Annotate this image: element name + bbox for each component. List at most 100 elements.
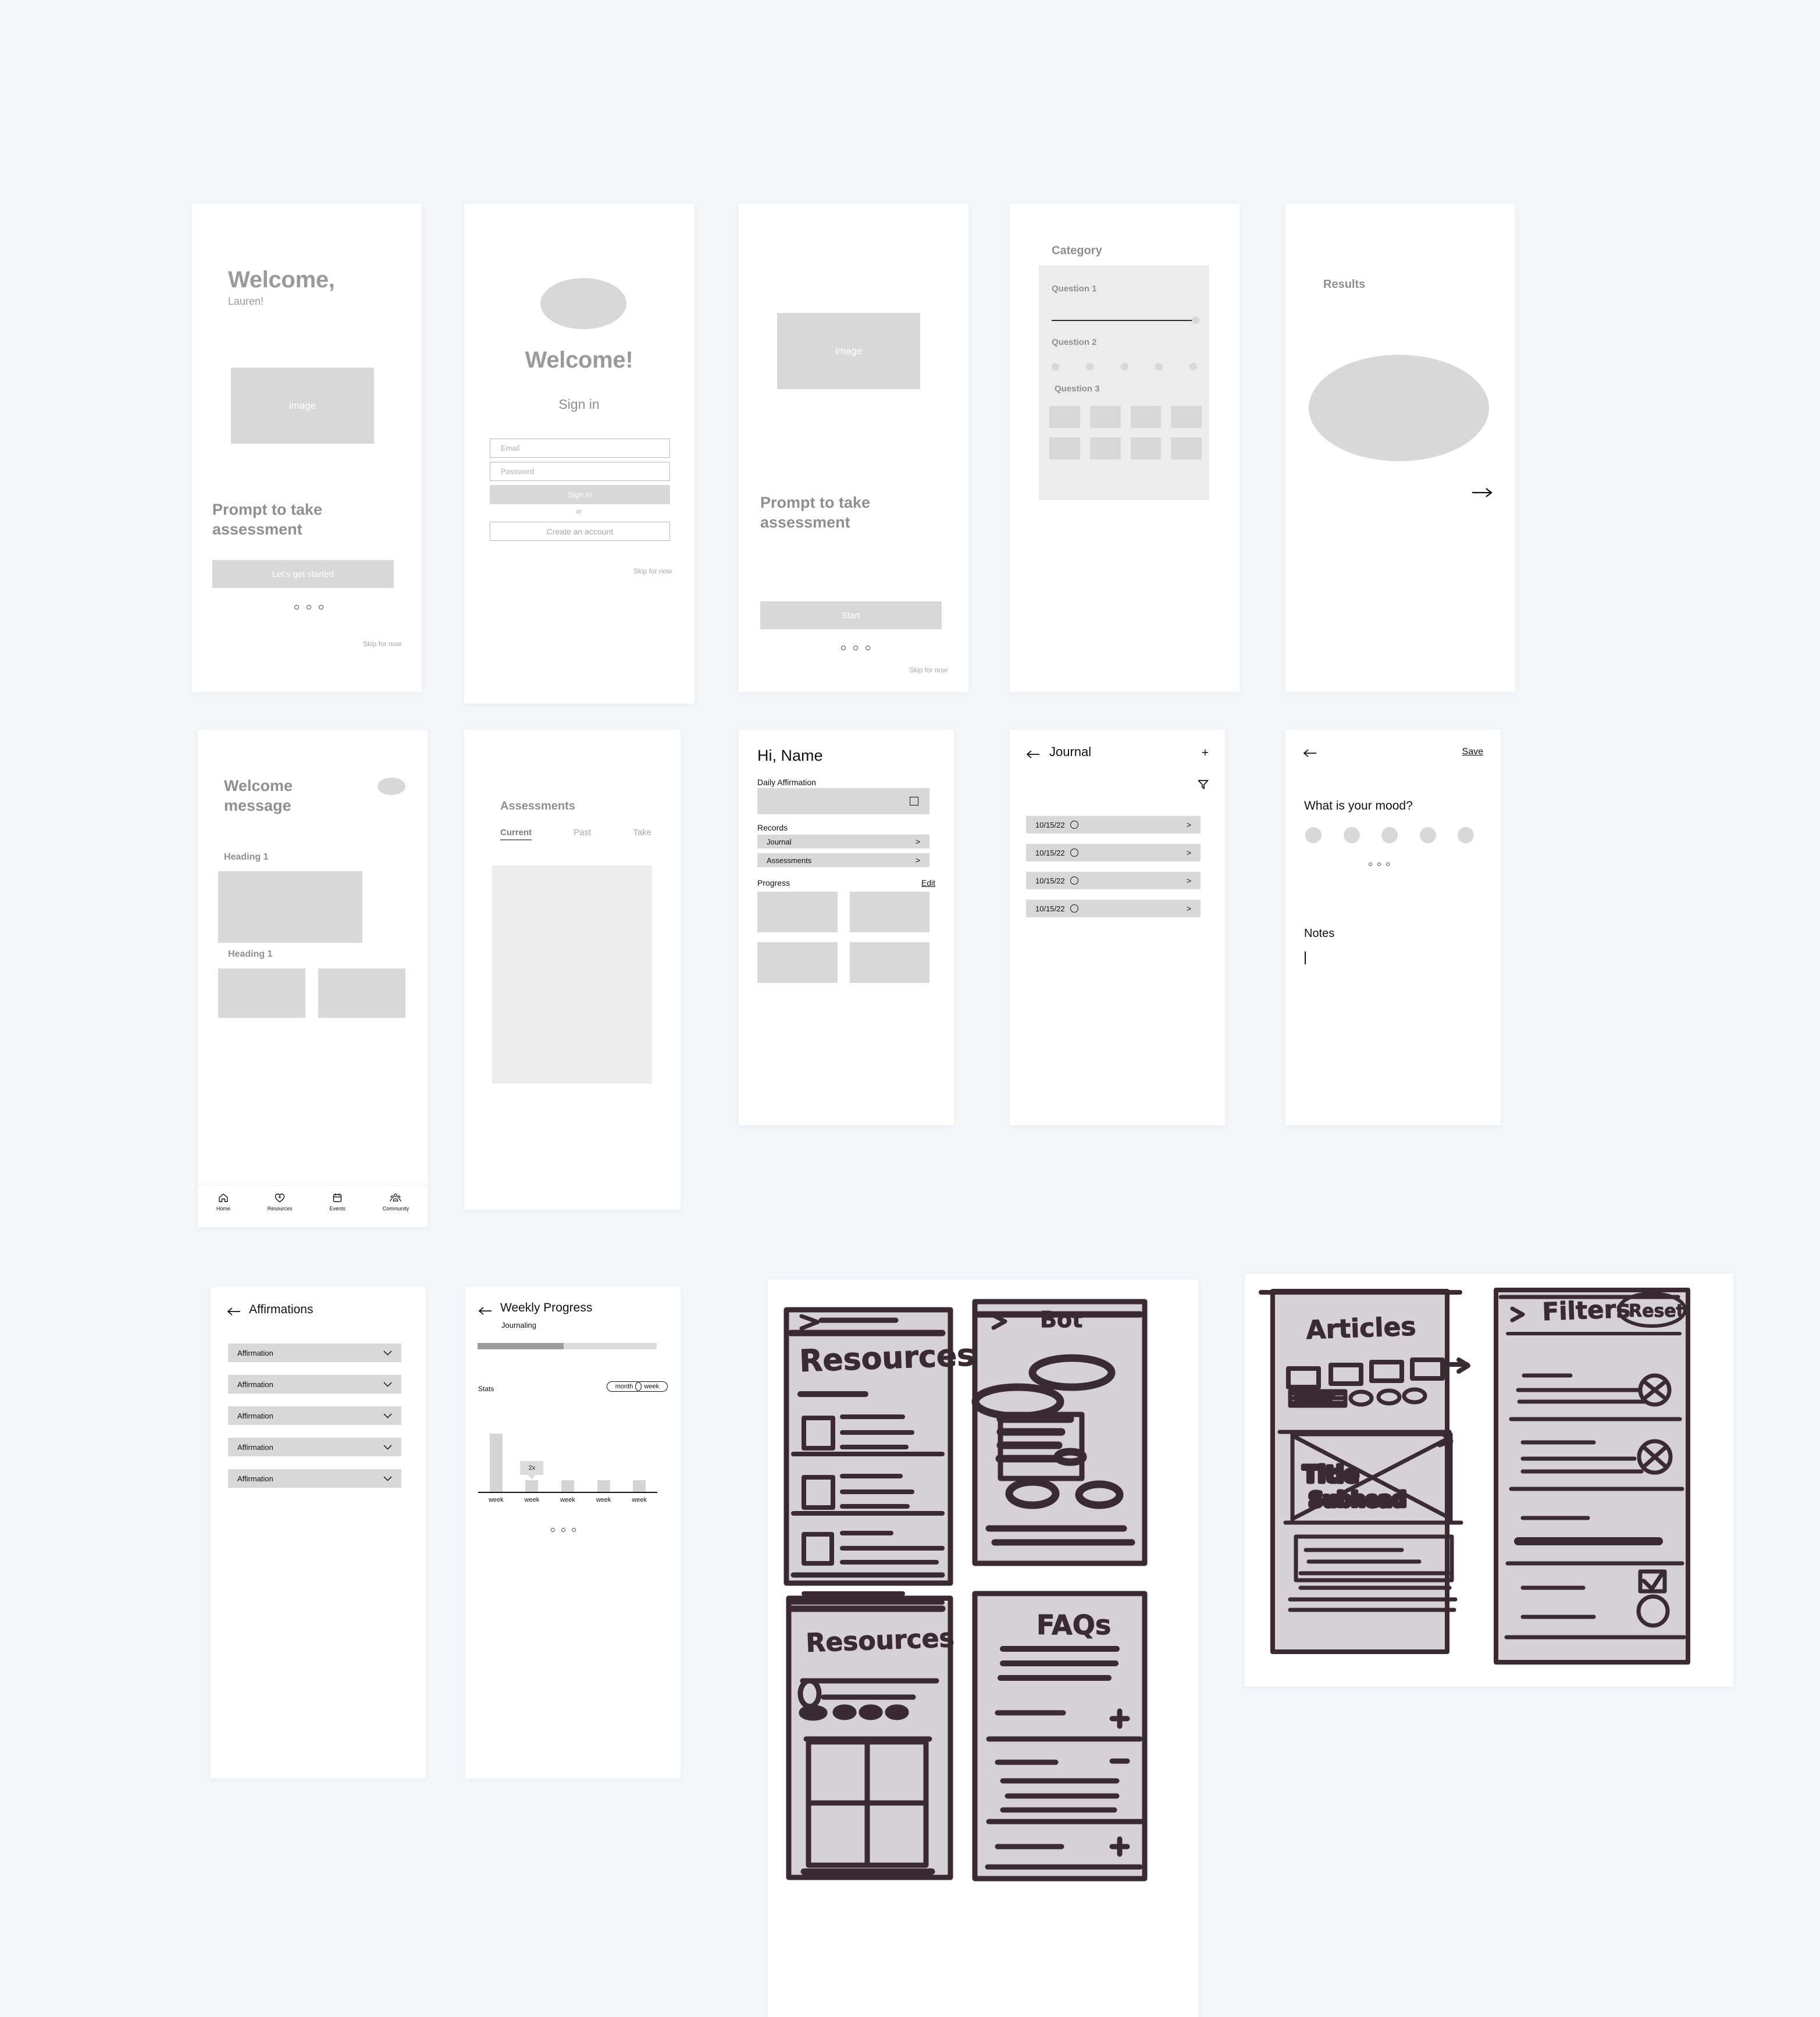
journal-entry-row[interactable]: 10/15/22 > <box>1026 844 1201 861</box>
nav-item-home[interactable]: Home <box>216 1192 230 1211</box>
scale-option[interactable] <box>1189 363 1197 370</box>
mood-options[interactable] <box>1305 827 1474 843</box>
arrow-left-icon[interactable] <box>227 1307 241 1316</box>
grid-option[interactable] <box>1171 406 1202 428</box>
pager-dots[interactable] <box>551 1528 576 1532</box>
email-field[interactable]: Email <box>490 439 670 458</box>
wireframe-board: Welcome, Lauren! image Prompt to take as… <box>0 0 1820 2017</box>
get-started-button[interactable]: Let's get started <box>212 560 394 588</box>
pager-dots[interactable] <box>1369 863 1390 866</box>
range-toggle[interactable]: month week <box>606 1381 668 1392</box>
bar-chart: 2x <box>478 1434 657 1492</box>
question-1-slider-thumb[interactable] <box>1192 316 1199 324</box>
pager-dot[interactable] <box>561 1528 565 1532</box>
arrow-left-icon[interactable] <box>1026 750 1040 759</box>
sign-in-heading: Sign in <box>558 397 600 412</box>
avatar[interactable] <box>377 778 405 795</box>
screen-category-questions: Category Question 1 Question 2 Question … <box>1010 204 1240 692</box>
grid-option[interactable] <box>1089 406 1121 428</box>
edit-link[interactable]: Edit <box>921 878 935 888</box>
create-account-button[interactable]: Create an account <box>490 522 670 541</box>
feature-card[interactable] <box>218 871 362 943</box>
arrow-left-icon[interactable] <box>478 1306 492 1316</box>
mood-option[interactable] <box>1381 827 1398 843</box>
pager-dot[interactable] <box>1377 863 1381 866</box>
arrow-left-icon[interactable] <box>1303 749 1317 758</box>
tab-current[interactable]: Current <box>500 828 532 840</box>
feature-card[interactable] <box>318 968 405 1018</box>
pager-dot[interactable] <box>853 646 858 650</box>
chevron-right-icon: > <box>915 856 920 865</box>
pager-dot[interactable] <box>1369 863 1372 866</box>
scale-option[interactable] <box>1086 363 1094 370</box>
pager-dot[interactable] <box>306 605 311 610</box>
sign-in-button[interactable]: Sign In <box>490 485 670 504</box>
pager-dot[interactable] <box>840 646 846 650</box>
filter-icon[interactable] <box>1198 779 1209 790</box>
skip-link[interactable]: Skip for now <box>633 567 672 575</box>
mood-option[interactable] <box>1343 827 1360 843</box>
entry-date: 10/15/22 <box>1035 904 1065 913</box>
affirmation-accordion[interactable]: Affirmation <box>228 1375 401 1394</box>
daily-affirmation-card[interactable] <box>757 788 929 814</box>
notes-input[interactable] <box>1305 948 1473 1082</box>
mood-option[interactable] <box>1419 827 1436 843</box>
feature-card[interactable] <box>218 968 305 1018</box>
arrow-right-icon[interactable] <box>1472 487 1494 498</box>
affirmation-accordion[interactable]: Affirmation <box>228 1438 401 1456</box>
password-field[interactable]: Password <box>490 462 670 481</box>
grid-option[interactable] <box>1089 437 1121 459</box>
add-entry-button[interactable]: + <box>1202 746 1209 760</box>
grid-option[interactable] <box>1130 437 1162 459</box>
save-button[interactable]: Save <box>1462 747 1483 757</box>
grid-option[interactable] <box>1171 437 1202 459</box>
pager-dot[interactable] <box>318 605 323 610</box>
question-2-scale[interactable] <box>1052 363 1197 370</box>
grid-option[interactable] <box>1049 406 1080 428</box>
question-3-image-grid[interactable] <box>1049 406 1202 459</box>
tab-past[interactable]: Past <box>574 828 591 840</box>
progress-tile[interactable] <box>757 892 838 932</box>
progress-tile[interactable] <box>849 942 929 983</box>
checkbox-icon[interactable] <box>910 797 918 806</box>
sketch-drawing: Resources Bot Resources FAQs <box>783 1299 1148 1881</box>
pager-dots[interactable] <box>840 646 870 650</box>
scale-option[interactable] <box>1120 363 1128 370</box>
start-button[interactable]: Start <box>760 601 942 629</box>
journal-entry-row[interactable]: 10/15/22 > <box>1026 900 1201 917</box>
progress-tile[interactable] <box>757 942 838 983</box>
grid-option[interactable] <box>1049 437 1080 459</box>
grid-option[interactable] <box>1130 406 1162 428</box>
toggle-week[interactable]: week <box>635 1381 668 1392</box>
record-row-journal[interactable]: Journal > <box>757 835 929 849</box>
screen-welcome-onboarding: Welcome, Lauren! image Prompt to take as… <box>192 204 422 692</box>
scale-option[interactable] <box>1052 363 1059 370</box>
pager-dot[interactable] <box>865 646 870 650</box>
nav-item-events[interactable]: Events <box>329 1192 346 1211</box>
pager-dot[interactable] <box>551 1528 555 1532</box>
pager-dot[interactable] <box>294 605 299 610</box>
affirmation-label: Affirmation <box>237 1380 273 1389</box>
or-divider: or <box>576 508 582 515</box>
progress-tile[interactable] <box>849 892 929 932</box>
mood-option[interactable] <box>1458 827 1474 843</box>
pager-dot[interactable] <box>1386 863 1390 866</box>
scale-option[interactable] <box>1155 363 1163 370</box>
affirmation-accordion[interactable]: Affirmation <box>228 1344 401 1362</box>
nav-item-resources[interactable]: Resources <box>268 1192 293 1211</box>
stats-label: Stats <box>478 1385 494 1393</box>
journal-entry-row[interactable]: 10/15/22 > <box>1026 872 1201 889</box>
pager-dot[interactable] <box>572 1528 576 1532</box>
tab-take[interactable]: Take <box>633 828 651 840</box>
skip-link[interactable]: Skip for now <box>363 640 401 648</box>
journal-entry-row[interactable]: 10/15/22 > <box>1026 816 1201 833</box>
question-1-slider-track[interactable] <box>1052 320 1194 321</box>
nav-item-community[interactable]: Community <box>383 1192 409 1211</box>
mood-circle-icon <box>1070 876 1078 885</box>
affirmation-accordion[interactable]: Affirmation <box>228 1469 401 1488</box>
record-row-assessments[interactable]: Assessments > <box>757 853 929 867</box>
affirmation-accordion[interactable]: Affirmation <box>228 1406 401 1425</box>
pager-dots[interactable] <box>294 605 323 610</box>
skip-link[interactable]: Skip for now <box>909 666 948 674</box>
mood-option[interactable] <box>1305 827 1322 843</box>
